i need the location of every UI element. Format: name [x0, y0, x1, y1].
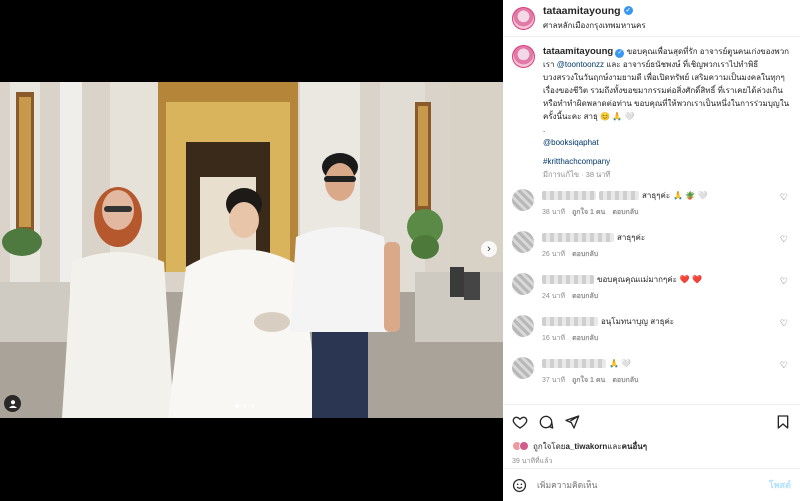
liked-by-others[interactable]: คนอื่นๆ — [622, 440, 647, 453]
heart-icon[interactable] — [512, 414, 528, 430]
post-details-panel: tataamitayoung ✓ ศาลหลักเมืองกรุงเทพมหาน… — [503, 0, 800, 501]
comment-text: อนุโมทนาบุญ สาธุค่ะ — [601, 316, 675, 326]
comment-likes[interactable]: ถูกใจ 1 คน — [572, 375, 605, 386]
commenter-username-blurred[interactable] — [542, 190, 596, 200]
add-comment-bar: โพสต์ — [503, 468, 800, 501]
commenter-avatar[interactable] — [512, 315, 534, 337]
comment-like-heart-icon[interactable]: ♡ — [780, 234, 788, 245]
comment-like-heart-icon[interactable]: ♡ — [780, 360, 788, 371]
comment-time[interactable]: 24 นาที — [542, 291, 565, 302]
post-photo[interactable] — [0, 82, 503, 418]
comment-time[interactable]: 37 นาที — [542, 375, 565, 386]
caption-edited-time: มีการแก้ไข · 38 นาที — [543, 170, 611, 179]
comment-input[interactable] — [537, 480, 769, 490]
reply-button[interactable]: ตอบกลับ — [612, 375, 638, 386]
comment-time[interactable]: 26 นาที — [542, 249, 565, 260]
carousel-indicator — [235, 404, 255, 408]
comment-text: สาธุๆค่ะ — [617, 232, 646, 242]
comment-text-blurred — [599, 190, 639, 200]
liker-avatar[interactable] — [519, 441, 529, 451]
comment-text: ขอบคุณคุณแม่มากๆค่ะ — [597, 274, 677, 284]
reply-button[interactable]: ตอบกลับ — [572, 333, 598, 344]
reply-button[interactable]: ตอบกลับ — [572, 291, 598, 302]
comment-emojis: 🙏 🪴 🤍 — [673, 190, 708, 200]
carousel-dot — [251, 404, 255, 408]
caption-dot: . — [543, 125, 546, 134]
caption-username[interactable]: tataamitayoung — [543, 46, 613, 57]
author-username-row: tataamitayoung ✓ — [543, 5, 646, 17]
comment-text: สาธุๆค่ะ — [642, 190, 671, 200]
chevron-right-icon: › — [487, 242, 491, 255]
caption: tataamitayoung ✓ ขอบคุณเพื่อนสุดที่รัก อ… — [512, 45, 791, 181]
post-time[interactable]: 39 นาทีที่แล้ว — [503, 454, 800, 468]
comment-item: อนุโมทนาบุญ สาธุค่ะ 16 นาที ตอบกลับ ♡ — [512, 315, 791, 349]
carousel-dot — [235, 404, 239, 408]
author-avatar[interactable] — [512, 6, 535, 30]
commenter-avatar[interactable] — [512, 273, 534, 295]
commenter-username-blurred[interactable] — [542, 316, 598, 326]
comment-like-heart-icon[interactable]: ♡ — [780, 276, 788, 287]
caption-author-avatar[interactable] — [512, 45, 535, 68]
verified-badge-icon: ✓ — [615, 49, 625, 58]
mention-link-2[interactable]: @booksiqaphat — [543, 136, 791, 149]
post-actions-bar — [503, 404, 800, 438]
commenter-avatar[interactable] — [512, 189, 534, 211]
verified-badge-icon: ✓ — [623, 6, 633, 15]
comment-like-heart-icon[interactable]: ♡ — [780, 192, 788, 203]
temple-photo-illustration — [0, 82, 503, 418]
user-tag-icon — [8, 399, 17, 408]
commenter-username-blurred[interactable] — [542, 232, 614, 242]
caption-text-2: และ อาจารย์ธนัชพงษ์ ที่เชิญพวกเราไปทำพิธ… — [543, 60, 790, 121]
media-area: › — [0, 0, 503, 501]
comment-time[interactable]: 16 นาที — [542, 333, 565, 344]
liked-by-suffix: และ — [607, 441, 622, 451]
user-tags-button[interactable] — [4, 395, 21, 412]
bookmark-icon[interactable] — [775, 414, 791, 430]
comment-icon[interactable] — [538, 414, 554, 430]
emoji-icon[interactable] — [512, 478, 527, 493]
next-slide-button[interactable]: › — [481, 241, 497, 257]
carousel-dot — [243, 404, 247, 408]
comment-time[interactable]: 38 นาที — [542, 207, 565, 218]
hashtag-link[interactable]: #kritthachcompany — [543, 155, 791, 168]
liked-by-prefix: ถูกใจโดย — [533, 441, 566, 451]
commenter-username-blurred[interactable] — [542, 358, 606, 368]
share-icon[interactable] — [564, 414, 580, 430]
liked-by: ถูกใจโดย a_tiwakorn และ คนอื่นๆ — [503, 438, 800, 454]
comment-emojis: 🙏 🤍 — [609, 358, 632, 368]
reply-button[interactable]: ตอบกลับ — [612, 207, 638, 218]
comment-item: สาธุๆค่ะ 26 นาที ตอบกลับ ♡ — [512, 231, 791, 265]
commenter-avatar[interactable] — [512, 231, 534, 253]
commenter-username-blurred[interactable] — [542, 274, 594, 284]
post-modal: › tataamitayoung ✓ ศาลหลักเมืองกรุงเทพมห… — [0, 0, 800, 501]
reply-button[interactable]: ตอบกลับ — [572, 249, 598, 260]
comment-emojis: ❤️ ❤️ — [679, 274, 703, 284]
comment-like-heart-icon[interactable]: ♡ — [780, 318, 788, 329]
mention-link[interactable]: @toontoonzz — [557, 60, 604, 69]
comment-item: สาธุๆค่ะ 🙏 🪴 🤍 38 นาที ถูกใจ 1 คน ตอบกลั… — [512, 189, 791, 223]
comment-likes[interactable]: ถูกใจ 1 คน — [572, 207, 605, 218]
comment-item: ขอบคุณคุณแม่มากๆค่ะ ❤️ ❤️ 24 นาที ตอบกลั… — [512, 273, 791, 307]
caption-body: tataamitayoung ✓ ขอบคุณเพื่อนสุดที่รัก อ… — [543, 45, 791, 181]
post-header: tataamitayoung ✓ ศาลหลักเมืองกรุงเทพมหาน… — [503, 0, 800, 37]
post-comment-button[interactable]: โพสต์ — [769, 478, 791, 492]
liked-by-user[interactable]: a_tiwakorn — [565, 442, 607, 451]
author-username[interactable]: tataamitayoung — [543, 5, 621, 17]
commenter-avatar[interactable] — [512, 357, 534, 379]
comments-scroll-area[interactable]: tataamitayoung ✓ ขอบคุณเพื่อนสุดที่รัก อ… — [503, 37, 800, 404]
post-location[interactable]: ศาลหลักเมืองกรุงเทพมหานคร — [543, 19, 646, 32]
comment-item: 🙏 🤍 37 นาที ถูกใจ 1 คน ตอบกลับ ♡ — [512, 357, 791, 391]
